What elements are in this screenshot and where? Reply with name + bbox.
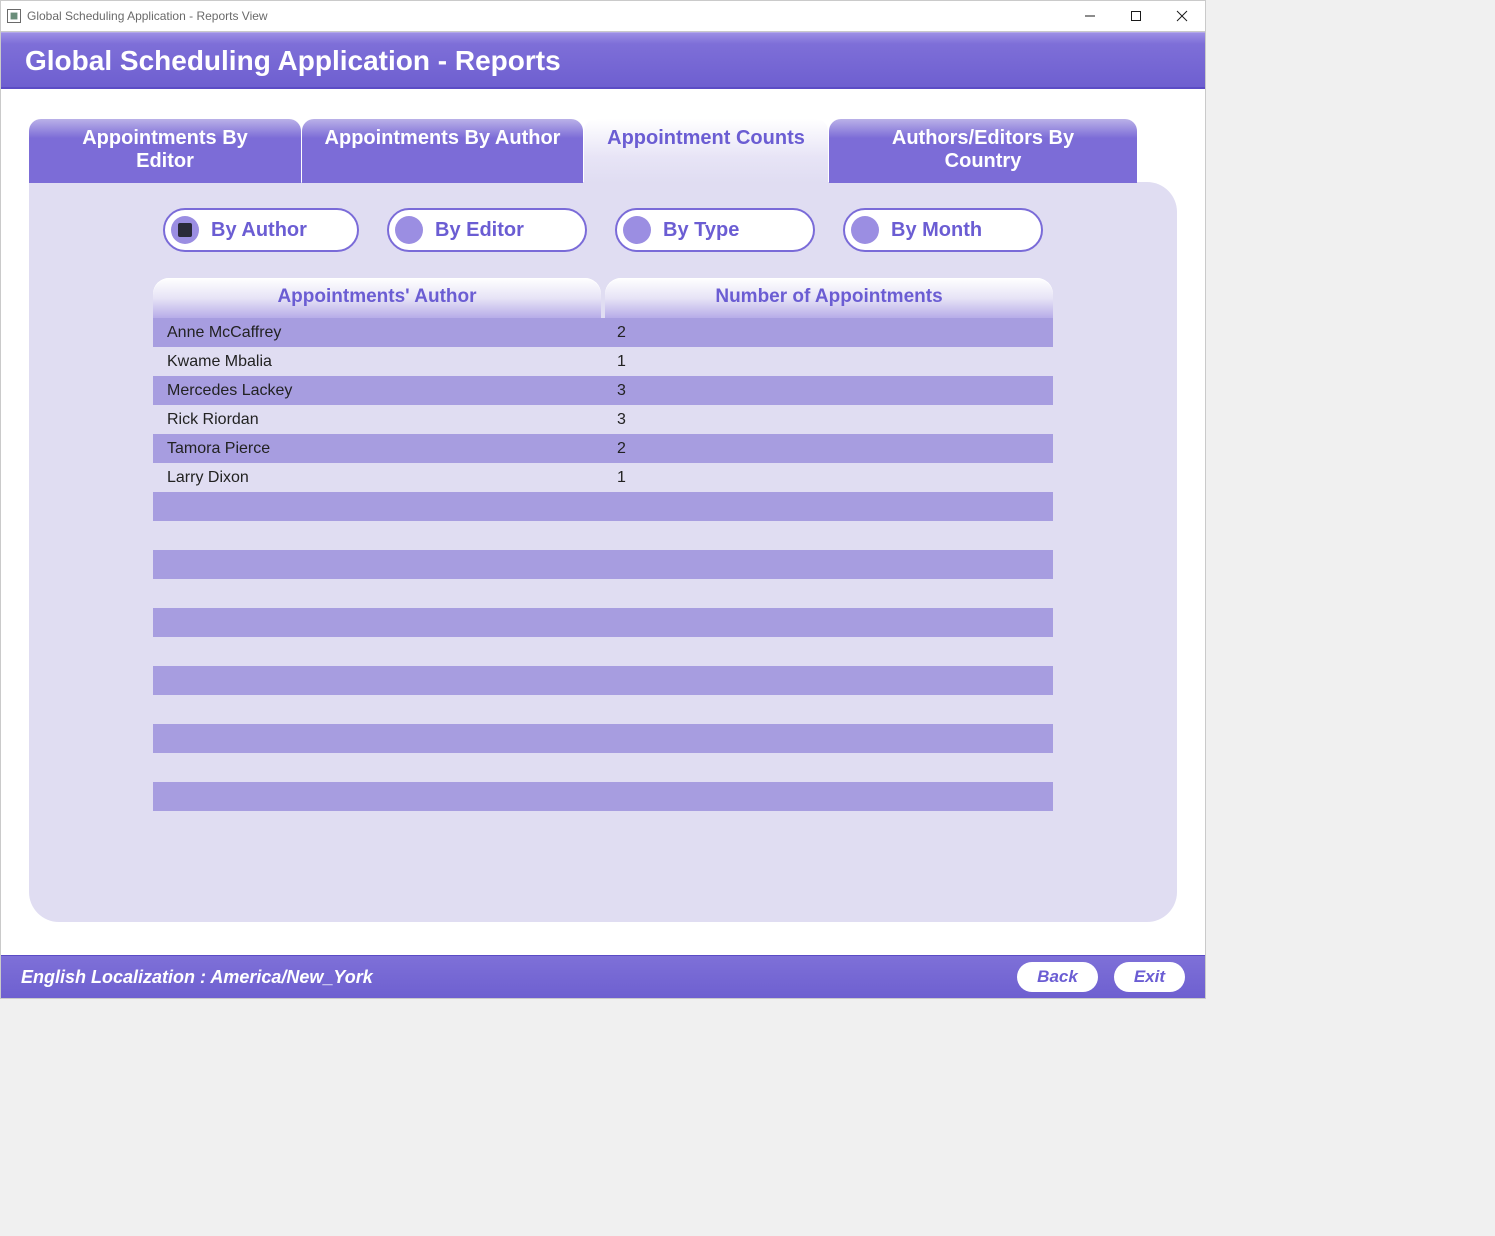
table-row-gap (153, 695, 1053, 724)
table-row-gap (153, 753, 1053, 782)
count-mode-group: By Author By Editor By Type By Month (29, 208, 1177, 252)
cell-count: 2 (603, 440, 1053, 458)
column-header-count[interactable]: Number of Appointments (605, 278, 1053, 318)
page-title: Global Scheduling Application - Reports (25, 45, 1181, 77)
tab-label: Appointment Counts (607, 127, 805, 149)
minimize-button[interactable] (1067, 1, 1113, 31)
cell-count: 3 (603, 411, 1053, 429)
tab-appointments-by-editor[interactable]: Appointments By Editor (29, 119, 301, 183)
table-row-empty (153, 550, 1053, 579)
tab-label: Authors/Editors By Country (892, 127, 1074, 172)
exit-button[interactable]: Exit (1114, 962, 1185, 992)
app-icon (7, 9, 21, 23)
localization-label: English Localization : America/New_York (21, 967, 373, 988)
radio-by-editor[interactable]: By Editor (387, 208, 587, 252)
maximize-button[interactable] (1113, 1, 1159, 31)
radio-icon (395, 216, 423, 244)
radio-by-author[interactable]: By Author (163, 208, 359, 252)
column-header-author[interactable]: Appointments' Author (153, 278, 601, 318)
counts-table: Appointments' Author Number of Appointme… (153, 278, 1053, 811)
cell-author: Anne McCaffrey (153, 324, 603, 342)
table-row[interactable]: Tamora Pierce2 (153, 434, 1053, 463)
table-row-gap (153, 579, 1053, 608)
radio-icon (851, 216, 879, 244)
close-button[interactable] (1159, 1, 1205, 31)
cell-author: Tamora Pierce (153, 440, 603, 458)
tabs: Appointments By Editor Appointments By A… (29, 119, 1177, 183)
table-row[interactable]: Anne McCaffrey2 (153, 318, 1053, 347)
tab-appointments-by-author[interactable]: Appointments By Author (302, 119, 583, 183)
radio-by-month[interactable]: By Month (843, 208, 1043, 252)
table-row-gap (153, 637, 1053, 666)
radio-label: By Editor (435, 219, 524, 242)
page-header: Global Scheduling Application - Reports (1, 32, 1205, 89)
table-row[interactable]: Larry Dixon1 (153, 463, 1053, 492)
cell-author: Kwame Mbalia (153, 353, 603, 371)
table-row-empty (153, 666, 1053, 695)
radio-label: By Author (211, 219, 307, 242)
table-row-empty (153, 492, 1053, 521)
radio-icon (623, 216, 651, 244)
radio-icon (171, 216, 199, 244)
cell-author: Mercedes Lackey (153, 382, 603, 400)
app-window: Global Scheduling Application - Reports … (0, 0, 1206, 999)
table-row[interactable]: Kwame Mbalia1 (153, 347, 1053, 376)
tab-authors-editors-by-country[interactable]: Authors/Editors By Country (829, 119, 1137, 183)
cell-author: Rick Riordan (153, 411, 603, 429)
table-row-empty (153, 782, 1053, 811)
cell-count: 1 (603, 353, 1053, 371)
table-header: Appointments' Author Number of Appointme… (153, 278, 1053, 318)
titlebar: Global Scheduling Application - Reports … (1, 1, 1205, 32)
tab-label: Appointments By Author (325, 127, 561, 149)
back-button[interactable]: Back (1017, 962, 1098, 992)
window-title: Global Scheduling Application - Reports … (27, 9, 268, 23)
cell-count: 1 (603, 469, 1053, 487)
cell-author: Larry Dixon (153, 469, 603, 487)
table-row-gap (153, 521, 1053, 550)
radio-label: By Type (663, 219, 739, 242)
tab-label: Appointments By Editor (82, 127, 248, 172)
cell-count: 3 (603, 382, 1053, 400)
footer-bar: English Localization : America/New_York … (1, 955, 1205, 998)
table-row-empty (153, 608, 1053, 637)
table-row[interactable]: Mercedes Lackey3 (153, 376, 1053, 405)
table-row-empty (153, 724, 1053, 753)
radio-label: By Month (891, 219, 982, 242)
cell-count: 2 (603, 324, 1053, 342)
tab-panel: By Author By Editor By Type By Month App (29, 182, 1177, 922)
radio-by-type[interactable]: By Type (615, 208, 815, 252)
tab-appointment-counts[interactable]: Appointment Counts (584, 119, 828, 183)
content-area: Appointments By Editor Appointments By A… (1, 89, 1205, 955)
table-row[interactable]: Rick Riordan3 (153, 405, 1053, 434)
table-body: Anne McCaffrey2Kwame Mbalia1Mercedes Lac… (153, 318, 1053, 811)
